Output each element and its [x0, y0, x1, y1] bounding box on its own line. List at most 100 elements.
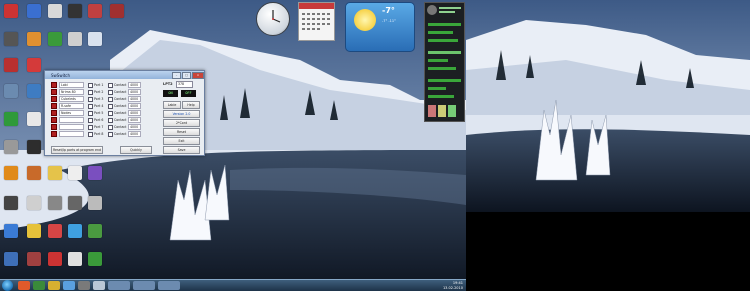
- port-checkbox[interactable]: [88, 131, 93, 137]
- folder-icon[interactable]: [48, 166, 62, 180]
- port-value-field[interactable]: 4000: [128, 103, 141, 109]
- firefox-icon[interactable]: [18, 281, 30, 290]
- app-shortcut-icon[interactable]: [48, 32, 62, 46]
- app-shortcut-icon[interactable]: [88, 196, 102, 210]
- window-titlebar[interactable]: SwSwitch – □ ×: [45, 71, 204, 79]
- system-tray[interactable]: 19:41 13.02.2010: [443, 281, 463, 290]
- app-shortcut-icon[interactable]: [88, 252, 102, 266]
- contact-checkbox[interactable]: [108, 110, 113, 116]
- port-status-icon[interactable]: [51, 131, 57, 137]
- contact-toggle-button[interactable]: 2*Cont: [163, 119, 200, 127]
- maximize-icon[interactable]: □: [182, 71, 191, 79]
- port-status-icon[interactable]: [51, 96, 57, 102]
- port-value-field[interactable]: 4000: [128, 117, 141, 123]
- app-shortcut-icon[interactable]: [68, 252, 82, 266]
- port-checkbox[interactable]: [88, 117, 93, 123]
- app-shortcut-icon[interactable]: [4, 112, 18, 126]
- start-button[interactable]: [2, 280, 13, 291]
- app-shortcut-icon[interactable]: [27, 4, 41, 18]
- port-value-field[interactable]: 4000: [128, 96, 141, 102]
- app-shortcut-icon[interactable]: [68, 4, 82, 18]
- port-switch-window[interactable]: SwSwitch – □ × Lobi Port 1 Contact 4000 …: [44, 70, 205, 156]
- clock-gadget[interactable]: [256, 2, 290, 36]
- app-shortcut-icon[interactable]: [27, 32, 41, 46]
- taskbar-app-icon[interactable]: [93, 281, 105, 290]
- app-shortcut-icon[interactable]: [4, 196, 18, 210]
- app-shortcut-icon[interactable]: [27, 58, 41, 72]
- help-button[interactable]: Help: [182, 101, 200, 109]
- save-button[interactable]: Save: [163, 146, 200, 154]
- contact-checkbox[interactable]: [108, 124, 113, 130]
- taskbar-app-icon[interactable]: [33, 281, 45, 290]
- app-shortcut-icon[interactable]: [27, 140, 41, 154]
- app-shortcut-icon[interactable]: [48, 196, 62, 210]
- app-shortcut-icon[interactable]: [27, 252, 41, 266]
- port-name-field[interactable]: Nrima 80: [59, 89, 84, 95]
- port-name-field[interactable]: Lobi: [59, 82, 84, 88]
- port-name-field[interactable]: R-safe: [59, 103, 84, 109]
- app-shortcut-icon[interactable]: [68, 32, 82, 46]
- app-shortcut-icon[interactable]: [110, 4, 124, 18]
- contact-checkbox[interactable]: [108, 131, 113, 137]
- lpt-select[interactable]: 378: [176, 81, 193, 88]
- folder-icon[interactable]: [48, 281, 60, 290]
- app-shortcut-icon[interactable]: [48, 4, 62, 18]
- port-value-field[interactable]: 4000: [128, 131, 141, 137]
- port-checkbox[interactable]: [88, 103, 93, 109]
- app-shortcut-icon[interactable]: [27, 112, 41, 126]
- app-shortcut-icon[interactable]: [4, 4, 18, 18]
- close-icon[interactable]: ×: [192, 71, 204, 79]
- taskbar-window-button[interactable]: [158, 281, 180, 290]
- taskbar-app-icon[interactable]: [63, 281, 75, 290]
- port-status-icon[interactable]: [51, 117, 57, 123]
- disc-icon[interactable]: [88, 166, 102, 180]
- port-value-field[interactable]: 4000: [128, 124, 141, 130]
- recycle-bin-icon[interactable]: [4, 84, 18, 98]
- app-shortcut-icon[interactable]: [4, 32, 18, 46]
- windows-icon[interactable]: [68, 224, 82, 238]
- app-shortcut-icon[interactable]: [4, 166, 18, 180]
- app-shortcut-icon[interactable]: [27, 166, 41, 180]
- port-status-icon[interactable]: [51, 82, 57, 88]
- app-shortcut-icon[interactable]: [88, 4, 102, 18]
- port-status-icon[interactable]: [51, 110, 57, 116]
- quickly-button[interactable]: Quickly: [120, 146, 152, 154]
- app-shortcut-icon[interactable]: [68, 196, 82, 210]
- app-shortcut-icon[interactable]: [4, 58, 18, 72]
- port-status-icon[interactable]: [51, 103, 57, 109]
- port-value-field[interactable]: 4000: [128, 82, 141, 88]
- shield-icon[interactable]: [27, 224, 41, 238]
- taskbar-window-button[interactable]: [108, 281, 130, 290]
- reset-button[interactable]: Reset: [163, 128, 200, 136]
- contact-checkbox[interactable]: [108, 82, 113, 88]
- system-monitor-gadget[interactable]: [424, 2, 465, 122]
- app-shortcut-icon[interactable]: [88, 32, 102, 46]
- port-name-field[interactable]: Nodes: [59, 110, 84, 116]
- port-status-icon[interactable]: [51, 89, 57, 95]
- contact-checkbox[interactable]: [108, 117, 113, 123]
- app-shortcut-icon[interactable]: [88, 224, 102, 238]
- port-checkbox[interactable]: [88, 124, 93, 130]
- reset-ports-option[interactable]: Reset/Ip ports at program end: [51, 146, 103, 154]
- app-shortcut-icon[interactable]: [4, 224, 18, 238]
- port-value-field[interactable]: 4000: [128, 89, 141, 95]
- taskbar-window-button[interactable]: [133, 281, 155, 290]
- contact-checkbox[interactable]: [108, 96, 113, 102]
- app-shortcut-icon[interactable]: [27, 196, 41, 210]
- app-shortcut-icon[interactable]: [4, 140, 18, 154]
- port-status-icon[interactable]: [51, 124, 57, 130]
- exit-button[interactable]: Exit: [163, 137, 200, 145]
- taskbar-app-icon[interactable]: [78, 281, 90, 290]
- port-name-field[interactable]: [59, 124, 84, 130]
- port-name-field[interactable]: [59, 131, 84, 137]
- contact-checkbox[interactable]: [108, 103, 113, 109]
- minimize-icon[interactable]: –: [172, 71, 181, 79]
- contact-checkbox[interactable]: [108, 89, 113, 95]
- port-checkbox[interactable]: [88, 96, 93, 102]
- app-shortcut-icon[interactable]: [48, 224, 62, 238]
- port-value-field[interactable]: 4000: [128, 110, 141, 116]
- port-name-field[interactable]: [59, 117, 84, 123]
- lable-button[interactable]: Lable: [163, 101, 181, 109]
- port-checkbox[interactable]: [88, 110, 93, 116]
- app-shortcut-icon[interactable]: [4, 252, 18, 266]
